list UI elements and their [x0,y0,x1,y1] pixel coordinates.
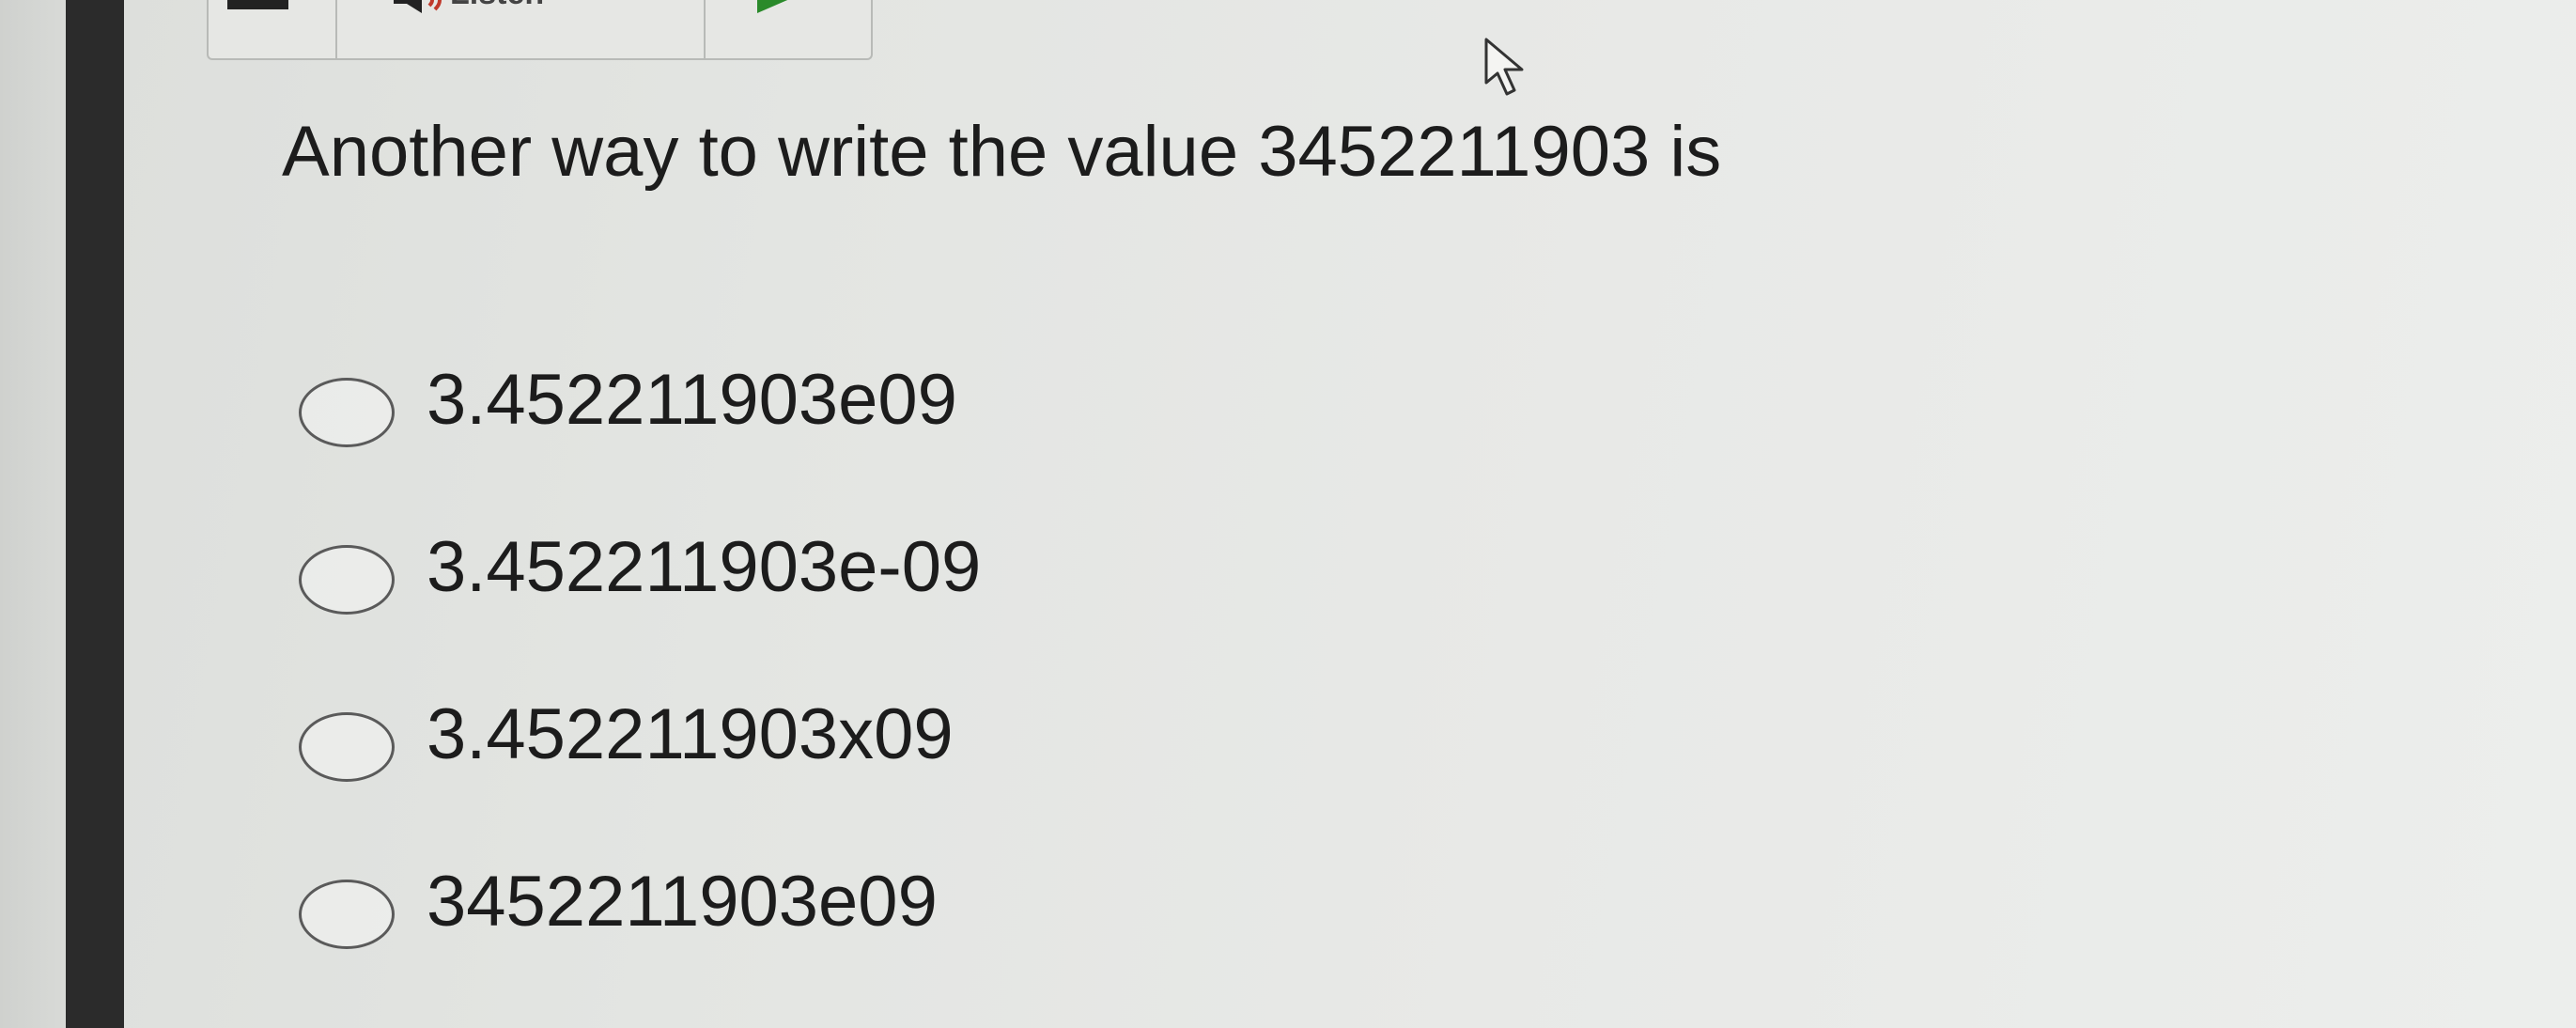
left-rail [66,0,124,1028]
radio-button[interactable] [299,712,395,782]
mouse-pointer-icon [1484,38,1524,96]
reader-toolbar: Listen [207,0,873,60]
play-button[interactable] [706,0,871,58]
option-label: 3.452211903x09 [427,693,954,774]
radio-button[interactable] [299,378,395,447]
option-label: 3452211903e09 [427,861,938,942]
answer-options: 3.452211903e09 3.452211903e-09 3.4522119… [299,329,981,998]
answer-option[interactable]: 3.452211903x09 [299,663,981,831]
radio-button[interactable] [299,545,395,615]
listen-button[interactable]: Listen [337,0,706,58]
answer-option[interactable]: 3.452211903e09 [299,329,981,496]
menu-button[interactable] [209,0,337,58]
answer-option[interactable]: 3452211903e09 [299,831,981,998]
question-text: Another way to write the value 345221190… [282,112,1722,192]
listen-label: Listen [450,0,544,12]
answer-option[interactable]: 3.452211903e-09 [299,496,981,663]
page-margin [0,0,66,1028]
radio-button[interactable] [299,880,395,949]
play-icon [757,0,788,13]
speaker-icon [394,0,442,13]
hamburger-menu-icon [227,0,288,9]
option-label: 3.452211903e09 [427,359,957,440]
option-label: 3.452211903e-09 [427,526,982,607]
